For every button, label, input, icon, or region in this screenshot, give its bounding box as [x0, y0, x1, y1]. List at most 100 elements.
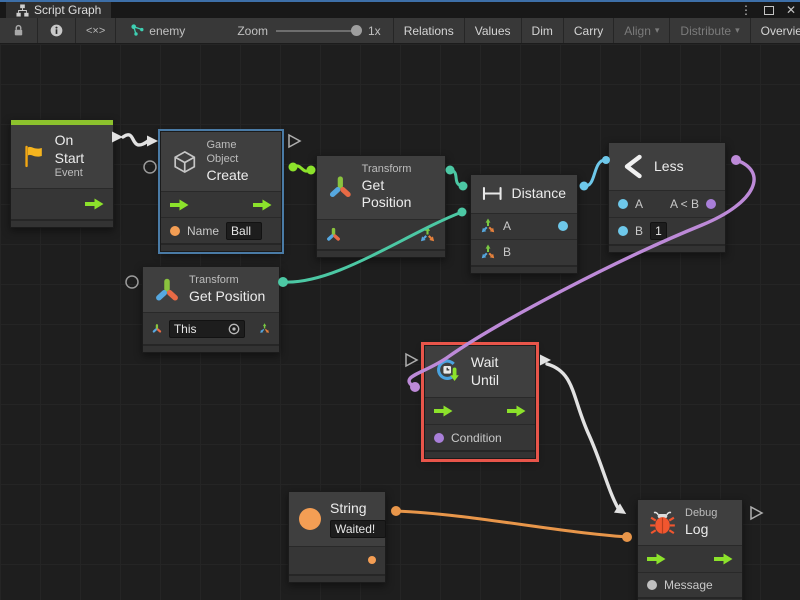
bool-output-port[interactable]: [706, 199, 716, 209]
control-output-port[interactable]: [714, 553, 733, 565]
distribute-dropdown[interactable]: Distribute▾: [670, 18, 750, 43]
node-footer: [11, 219, 113, 227]
focus-highlight-line: [0, 0, 800, 2]
wire-arrowhead: [540, 355, 551, 366]
port-label: B: [635, 224, 643, 238]
unconnected-control-port: [289, 135, 300, 147]
node-less[interactable]: Less A A < B B: [608, 142, 726, 253]
wire-string-to-debuglog: [396, 511, 627, 537]
zoom-slider[interactable]: [276, 30, 360, 32]
dim-button[interactable]: Dim: [522, 18, 564, 43]
node-title: Less: [654, 158, 684, 176]
vector3-input-port-a[interactable]: [480, 218, 496, 234]
code-icon: <×>: [86, 25, 105, 37]
menu-icon[interactable]: ⋮: [740, 3, 752, 17]
values-button[interactable]: Values: [465, 18, 522, 43]
input-port-b[interactable]: [618, 226, 628, 236]
node-footer: [161, 243, 281, 251]
node-footer: [289, 574, 385, 582]
graph-breadcrumb[interactable]: enemy: [116, 18, 199, 43]
control-input-port[interactable]: [434, 405, 453, 417]
transform-icon: [328, 174, 353, 200]
node-graph-icon: [130, 23, 145, 38]
condition-input-port[interactable]: [434, 433, 444, 443]
message-input-port[interactable]: [647, 580, 657, 590]
wire-onstart-to-create: [123, 135, 148, 145]
node-create-game-object[interactable]: Game Object Create Name: [160, 131, 282, 252]
string-output-port[interactable]: [368, 556, 376, 564]
node-title: Log: [685, 521, 717, 539]
cube-icon: [172, 149, 197, 175]
carry-button[interactable]: Carry: [564, 18, 614, 43]
close-icon[interactable]: ✕: [786, 3, 796, 17]
port-label: B: [503, 245, 511, 259]
input-port-a[interactable]: [618, 199, 628, 209]
bug-icon: [649, 509, 676, 536]
node-title: String: [330, 500, 386, 518]
string-value-input[interactable]: [330, 520, 386, 538]
node-subtitle: Event: [55, 167, 102, 181]
node-string-literal[interactable]: String: [288, 491, 386, 583]
node-title: Create: [206, 167, 270, 185]
align-dropdown[interactable]: Align▾: [614, 18, 670, 43]
node-title: Get Position: [362, 177, 434, 212]
node-footer: [425, 450, 535, 458]
node-title: Wait Until: [471, 354, 524, 389]
overview-button[interactable]: Overview: [751, 18, 800, 43]
b-value-input[interactable]: [650, 222, 667, 240]
tab-script-graph[interactable]: Script Graph: [6, 2, 111, 18]
port-label: A: [503, 219, 511, 233]
name-input[interactable]: [226, 222, 262, 240]
float-output-port[interactable]: [558, 221, 568, 231]
target-field[interactable]: [169, 320, 245, 338]
string-input-port[interactable]: [170, 226, 180, 236]
node-footer: [471, 265, 577, 273]
string-circle-icon: [299, 508, 321, 530]
lock-button[interactable]: [0, 18, 38, 43]
zoom-slider-handle[interactable]: [351, 25, 362, 36]
lock-icon: [12, 24, 25, 37]
node-get-position-top[interactable]: Transform Get Position: [316, 155, 446, 258]
vector3-output-port[interactable]: [259, 320, 270, 337]
node-title: On Start: [55, 132, 102, 167]
node-category: Transform: [362, 163, 434, 177]
control-output-port[interactable]: [507, 405, 526, 417]
node-get-position-bottom[interactable]: Transform Get Position: [142, 266, 280, 353]
control-input-port[interactable]: [647, 553, 666, 565]
transform-input-port[interactable]: [326, 227, 341, 242]
zoom-label: Zoom: [237, 24, 268, 38]
graph-canvas[interactable]: On Start Event Game Object Create: [0, 44, 800, 600]
unconnected-control-port: [751, 507, 762, 519]
node-title: Distance: [512, 185, 566, 203]
control-input-port[interactable]: [170, 199, 189, 211]
chevron-down-icon: ▾: [655, 25, 660, 36]
unconnected-value-port: [144, 161, 156, 173]
transform-icon: [154, 277, 180, 303]
node-category: Transform: [189, 274, 265, 288]
less-icon: [621, 154, 645, 179]
clock-icon: [436, 357, 462, 386]
wire-create-to-getposition: [293, 166, 311, 171]
title-bar: Script Graph ⋮ ✕: [0, 0, 800, 18]
graph-icon: [16, 4, 29, 17]
node-title: Get Position: [189, 288, 265, 306]
vector3-output-port[interactable]: [419, 226, 436, 243]
node-wait-until[interactable]: Wait Until Condition: [424, 345, 536, 459]
transform-input-port[interactable]: [152, 321, 162, 336]
vector3-input-port-b[interactable]: [480, 244, 496, 260]
target-input[interactable]: [174, 322, 224, 336]
relations-button[interactable]: Relations: [394, 18, 465, 43]
control-output-port[interactable]: [253, 199, 272, 211]
flag-icon: [22, 143, 46, 169]
object-picker-icon[interactable]: [228, 323, 240, 335]
distance-icon: [482, 185, 503, 202]
info-button[interactable]: [38, 18, 76, 43]
node-distance[interactable]: Distance A B: [470, 174, 578, 274]
maximize-icon[interactable]: [764, 6, 774, 15]
chevron-down-icon: ▾: [735, 25, 740, 36]
unconnected-value-port: [126, 276, 138, 288]
node-debug-log[interactable]: Debug Log Message: [637, 499, 743, 600]
code-preview-button[interactable]: <×>: [76, 18, 116, 43]
node-on-start-event[interactable]: On Start Event: [10, 119, 114, 228]
control-output-port[interactable]: [85, 198, 104, 210]
